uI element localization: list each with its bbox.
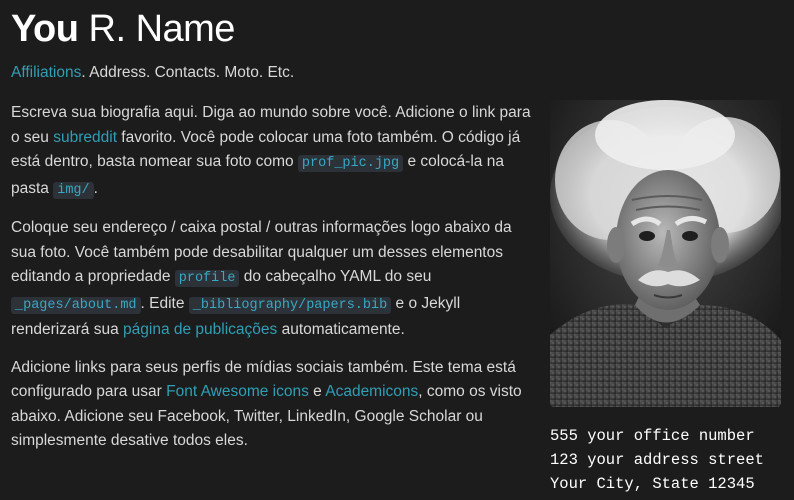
affiliations-link[interactable]: Affiliations	[11, 64, 81, 81]
bio-content: Escreva sua biografia aqui. Diga ao mund…	[11, 101, 535, 467]
first-name: You	[11, 8, 79, 50]
bio-text: . Edite	[140, 294, 189, 312]
bio-text: .	[93, 179, 98, 197]
font-awesome-link[interactable]: Font Awesome icons	[166, 383, 309, 400]
subreddit-link[interactable]: subreddit	[53, 129, 117, 146]
page-title: You R. Name	[11, 4, 235, 54]
contact-address: 555 your office number 123 your address …	[550, 424, 764, 496]
bio-text: do cabeçalho YAML do seu	[239, 268, 432, 285]
bio-text: automaticamente.	[277, 321, 405, 338]
address-line-city: Your City, State 12345	[550, 475, 755, 493]
code-profile: profile	[174, 270, 240, 287]
publications-link[interactable]: página de publicações	[123, 321, 277, 338]
bio-text: e	[308, 383, 326, 400]
academicons-link[interactable]: Academicons	[325, 383, 418, 400]
code-about-md: _pages/about.md	[11, 296, 141, 314]
address-line-street: 123 your address street	[550, 451, 764, 469]
address-line-office: 555 your office number	[550, 427, 755, 445]
rest-name: R. Name	[78, 8, 236, 50]
code-papers-bib: _bibliography/papers.bib	[188, 296, 392, 314]
description-text: . Address. Contacts. Moto. Etc.	[81, 64, 295, 81]
bio-paragraph-2: Coloque seu endereço / caixa postal / ou…	[11, 216, 535, 343]
profile-photo	[550, 100, 781, 407]
code-prof-pic: prof_pic.jpg	[297, 155, 404, 172]
bio-paragraph-3: Adicione links para seus perfis de mídia…	[11, 356, 535, 454]
portrait-image	[550, 100, 781, 407]
code-img-folder: img/	[53, 181, 94, 199]
page-description: Affiliations. Address. Contacts. Moto. E…	[11, 62, 294, 84]
bio-paragraph-1: Escreva sua biografia aqui. Diga ao mund…	[11, 101, 535, 203]
